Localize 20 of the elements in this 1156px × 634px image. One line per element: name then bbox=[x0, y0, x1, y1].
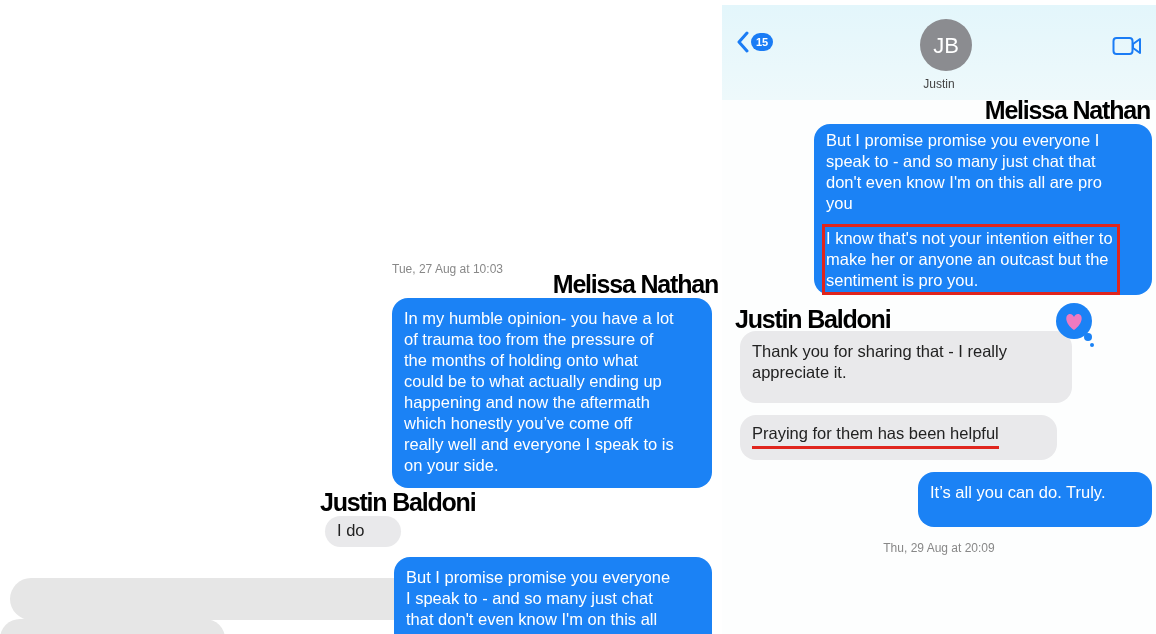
sender-name: Melissa Nathan bbox=[984, 96, 1150, 124]
contact-avatar[interactable]: JB bbox=[920, 19, 972, 71]
timestamp: Tue, 27 Aug at 10:03 bbox=[392, 261, 504, 278]
sender-name: Melissa Nathan bbox=[552, 270, 718, 298]
message-text: But I promise promise you everyone I speak to - and so many just chat that don't even know I'm on this all are pro you bbox=[826, 131, 1102, 212]
back-chevron-icon bbox=[736, 31, 750, 53]
message-text: But I promise promise you everyone I speak to - and so many just chat that don't even know I'm on this all bbox=[406, 568, 671, 628]
contact-name: Justin bbox=[922, 76, 956, 93]
video-camera-icon bbox=[1112, 35, 1142, 56]
message-text: Thank you for sharing that - I really appreciate it. bbox=[752, 342, 1007, 381]
unread-count-badge: 15 bbox=[751, 32, 774, 52]
message-text: I know that's not your intention either to make her or anyone an outcast but the sentiment is pro you. bbox=[826, 229, 1113, 289]
message-text: It’s all you can do. Truly. bbox=[930, 483, 1106, 501]
message-text: Praying for them has been helpful bbox=[752, 424, 999, 449]
back-button[interactable]: 15 bbox=[736, 31, 774, 53]
timestamp: Thu, 29 Aug at 20:09 bbox=[882, 540, 996, 557]
message-text: In my humble opinion- you have a lot of trauma too from the pressure of the months of holding onto what could be to what actually ending up happening and now the aftermath which honestly you’ve come off really well and everyone I speak to is on your side. bbox=[404, 309, 674, 474]
message-text: I do bbox=[337, 521, 365, 539]
sender-name: Justin Baldoni bbox=[735, 305, 891, 333]
sender-name: Justin Baldoni bbox=[320, 488, 476, 516]
